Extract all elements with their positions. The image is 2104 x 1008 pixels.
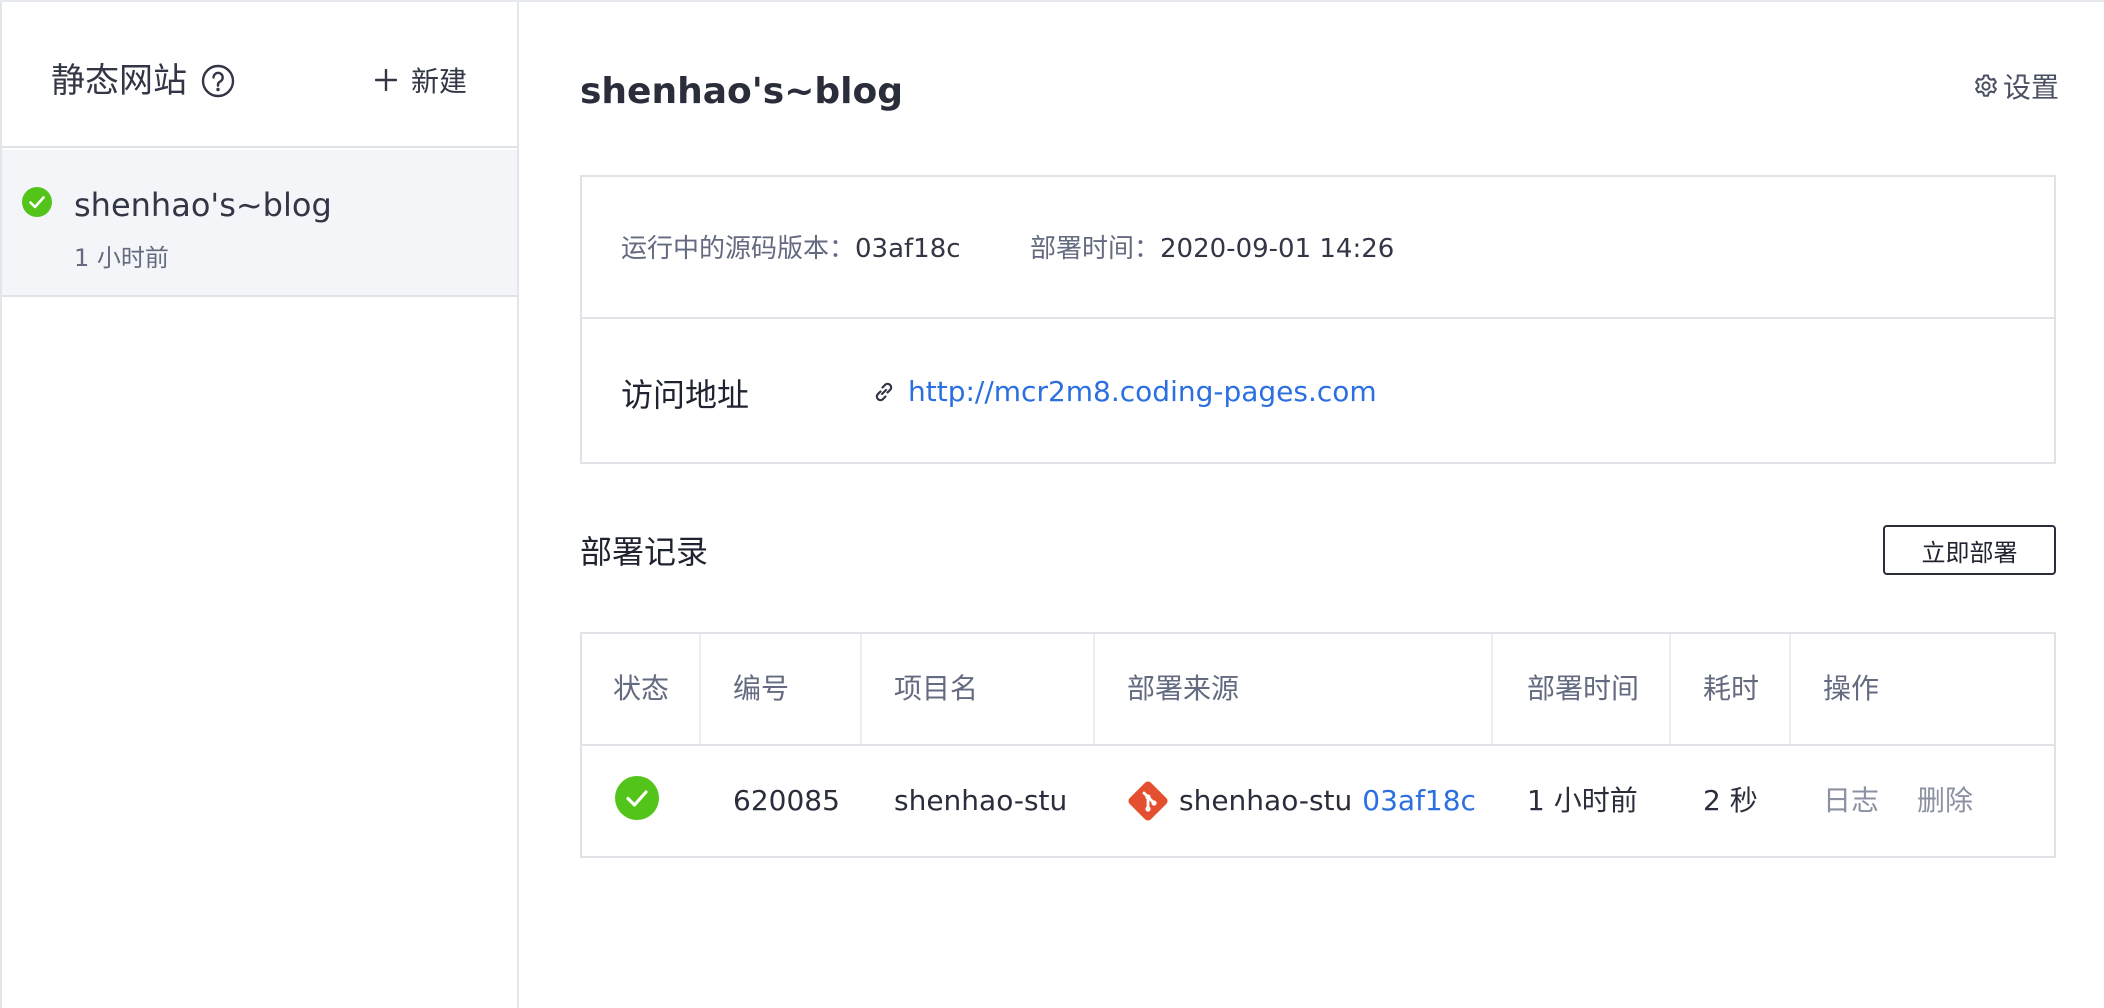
new-site-button[interactable]: 新建 (375, 58, 467, 102)
sidebar-header: 静态网站 新建 (2, 2, 517, 148)
column-header-project: 项目名 (894, 672, 979, 705)
sidebar: 静态网站 新建 shenhao's~blog 1 小时前 (0, 2, 519, 1008)
sidebar-item-time: 1 小时前 (74, 244, 169, 272)
source-commit-link[interactable]: 03af18c (1362, 746, 1476, 856)
deploy-time-value: 2020-09-01 14:26 (1160, 234, 1395, 264)
column-header-deploy-time: 部署时间 (1527, 672, 1640, 705)
column-divider (1491, 634, 1493, 744)
row-deploy-time: 1 小时前 (1527, 784, 1638, 817)
version-row: 运行中的源码版本：03af18c 部署时间：2020-09-01 14:26 (582, 177, 2054, 319)
row-duration: 2 秒 (1703, 784, 1758, 817)
column-divider (1093, 634, 1095, 744)
site-info-card: 运行中的源码版本：03af18c 部署时间：2020-09-01 14:26 访… (580, 175, 2056, 464)
project-name: shenhao-stu (894, 784, 1068, 817)
sidebar-item-name: shenhao's~blog (74, 186, 332, 224)
git-icon (1128, 781, 1168, 821)
deploy-source: shenhao-stu 03af18c (1127, 746, 1476, 856)
new-site-label: 新建 (411, 65, 468, 98)
column-header-status: 状态 (613, 672, 670, 705)
settings-label: 设置 (2003, 71, 2060, 104)
source-version-value: 03af18c (855, 234, 961, 264)
table-header: 状态 编号 项目名 部署来源 部署时间 耗时 操作 (582, 634, 2054, 746)
settings-button[interactable]: 设置 (1973, 66, 2059, 106)
gear-icon (1975, 74, 1997, 97)
deploy-records-table: 状态 编号 项目名 部署来源 部署时间 耗时 操作 620085 shenhao… (580, 632, 2056, 858)
column-divider (1789, 634, 1791, 744)
delete-button[interactable]: 删除 (1917, 746, 1973, 856)
deploy-records-title: 部署记录 (580, 533, 709, 571)
column-divider (1669, 634, 1671, 744)
log-button[interactable]: 日志 (1823, 746, 1879, 856)
main-content: shenhao's~blog 设置 运行中的源码版本：03af18c 部署时间：… (521, 2, 2104, 1008)
link-icon (875, 382, 893, 402)
check-circle-icon (22, 187, 52, 217)
column-header-duration: 耗时 (1703, 672, 1760, 705)
column-header-id: 编号 (733, 672, 790, 705)
deploy-id: 620085 (733, 784, 840, 817)
column-header-actions: 操作 (1823, 672, 1880, 705)
table-row: 620085 shenhao-stu shenhao-stu 03af18c 1… (582, 746, 2054, 856)
check-circle-icon (615, 776, 659, 820)
page-title: shenhao's~blog (580, 71, 903, 112)
source-version-label: 运行中的源码版本： (621, 234, 856, 264)
deploy-time: 部署时间：2020-09-01 14:26 (1030, 231, 1394, 267)
column-divider (699, 634, 701, 744)
app-window: 静态网站 新建 shenhao's~blog 1 小时前 shenhao's~b… (0, 0, 2104, 1008)
visit-address-label: 访问地址 (621, 376, 750, 414)
column-header-source: 部署来源 (1127, 672, 1240, 705)
deploy-time-label: 部署时间： (1030, 234, 1161, 264)
source-repo: shenhao-stu (1179, 784, 1353, 817)
column-divider (860, 634, 862, 744)
visit-url-link[interactable]: http://mcr2m8.coding-pages.com (908, 371, 1377, 413)
sidebar-item-site[interactable]: shenhao's~blog 1 小时前 (2, 150, 517, 297)
help-circle-icon[interactable] (201, 64, 235, 98)
sidebar-title: 静态网站 (51, 61, 187, 101)
source-version: 运行中的源码版本：03af18c (621, 231, 961, 267)
plus-icon (375, 69, 397, 91)
deploy-now-button[interactable]: 立即部署 (1883, 525, 2056, 575)
